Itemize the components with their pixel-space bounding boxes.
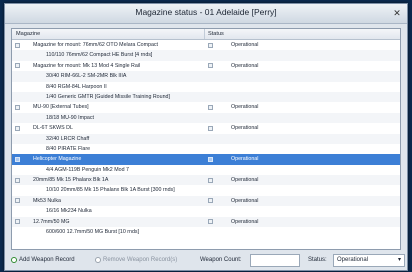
row-status: Operational bbox=[231, 177, 259, 184]
weapon-row[interactable]: 1/40 Generic GMTR [Guided Missile Traini… bbox=[12, 91, 400, 103]
magazine-status-window: Magazine status - 01 Adelaide [Perry] ✕ … bbox=[4, 3, 408, 271]
row-label: Magazine for mount: Mk 13 Mod 4 Single R… bbox=[33, 62, 141, 69]
row-label: 10/10 20mm/85 Mk 15 Phalanx Blk 1A Burst… bbox=[46, 187, 175, 194]
magazine-row[interactable]: Mk53 Nulka Operational bbox=[12, 195, 400, 207]
magazine-row[interactable]: Magazine for mount: Mk 13 Mod 4 Single R… bbox=[12, 61, 400, 71]
column-header-magazine[interactable]: Magazine bbox=[16, 31, 40, 37]
row-label: 30/40 RIM-66L-2 SM-2MR Blk IIIA bbox=[46, 73, 127, 80]
row-label: 20mm/85 Mk 15 Phalanx Blk 1A bbox=[33, 177, 109, 184]
status-checkbox[interactable] bbox=[208, 42, 213, 48]
weapon-row[interactable]: 110/110 76mm/62 Compact HE Burst [4 rnds… bbox=[12, 50, 400, 61]
row-label: 8/40 RGM-84L Harpoon II bbox=[46, 83, 107, 90]
row-status: Operational bbox=[231, 218, 259, 225]
row-label: 16/16 Mk234 Nulka bbox=[46, 208, 92, 215]
row-select-checkbox[interactable] bbox=[15, 156, 20, 162]
row-label: 32/40 LRCR Chaff bbox=[46, 135, 90, 142]
status-select[interactable]: Operational ▾ bbox=[333, 254, 405, 267]
row-status: Operational bbox=[231, 42, 259, 48]
remove-weapon-record-label: Remove Weapon Record(s) bbox=[103, 257, 178, 263]
row-label: 18/18 MU-90 Impact bbox=[46, 114, 94, 121]
magazine-row[interactable]: 12.7mm/50 MG Operational bbox=[12, 216, 400, 228]
row-select-checkbox[interactable] bbox=[15, 63, 20, 69]
row-select-checkbox[interactable] bbox=[15, 219, 20, 225]
row-status: Operational bbox=[231, 156, 259, 163]
weapon-row[interactable]: 30/40 RIM-66L-2 SM-2MR Blk IIIA bbox=[12, 71, 400, 82]
status-select-value: Operational bbox=[337, 257, 369, 263]
magazine-table: Magazine Status Magazine for mount: 76mm… bbox=[11, 28, 401, 250]
row-status: Operational bbox=[231, 62, 259, 69]
status-checkbox[interactable] bbox=[208, 219, 213, 225]
column-header-status[interactable]: Status bbox=[208, 31, 224, 37]
row-select-checkbox[interactable] bbox=[15, 104, 20, 110]
row-select-checkbox[interactable] bbox=[15, 198, 20, 204]
title-bar[interactable]: Magazine status - 01 Adelaide [Perry] ✕ bbox=[5, 4, 407, 24]
magazine-row[interactable]: 20mm/85 Mk 15 Phalanx Blk 1A Operational bbox=[12, 175, 400, 186]
table-body: Magazine for mount: 76mm/62 OTO Melara C… bbox=[12, 40, 400, 237]
row-status: Operational bbox=[231, 125, 259, 132]
add-weapon-record-button[interactable]: Add Weapon Record bbox=[11, 257, 75, 263]
close-icon[interactable]: ✕ bbox=[391, 7, 403, 19]
weapon-row[interactable]: 600/600 12.7mm/50 MG Burst [10 rnds] bbox=[12, 227, 400, 237]
status-checkbox[interactable] bbox=[208, 104, 213, 110]
status-checkbox[interactable] bbox=[208, 156, 213, 162]
row-label: 8/40 PIRATE Flare bbox=[46, 145, 91, 152]
row-label: Helicopter Magazine bbox=[33, 156, 82, 163]
window-title: Magazine status - 01 Adelaide [Perry] bbox=[135, 7, 277, 17]
remove-weapon-record-button[interactable]: Remove Weapon Record(s) bbox=[95, 257, 177, 263]
row-label: DL-6T SKWS DL bbox=[33, 125, 73, 132]
row-label: Mk53 Nulka bbox=[33, 197, 61, 204]
row-label: 4/4 AGM-119B Penguin Mk2 Mod 7 bbox=[46, 166, 129, 173]
weapon-row[interactable]: 8/40 RGM-84L Harpoon II bbox=[12, 82, 400, 92]
weapon-count-label: Weapon Count: bbox=[200, 257, 242, 263]
chevron-down-icon: ▾ bbox=[397, 257, 401, 263]
weapon-row[interactable]: 4/4 AGM-119B Penguin Mk2 Mod 7 bbox=[12, 165, 400, 175]
row-label: Magazine for mount: 76mm/62 OTO Melara C… bbox=[33, 42, 159, 48]
footer-toolbar: Add Weapon Record Remove Weapon Record(s… bbox=[5, 252, 407, 270]
magazine-row[interactable]: Magazine for mount: 76mm/62 OTO Melara C… bbox=[12, 40, 400, 50]
weapon-row[interactable]: 10/10 20mm/85 Mk 15 Phalanx Blk 1A Burst… bbox=[12, 185, 400, 195]
status-checkbox[interactable] bbox=[208, 198, 213, 204]
status-checkbox[interactable] bbox=[208, 63, 213, 69]
row-label: MU-90 [External Tubes] bbox=[33, 104, 89, 111]
weapon-row[interactable]: 18/18 MU-90 Impact bbox=[12, 112, 400, 124]
add-weapon-record-label: Add Weapon Record bbox=[19, 257, 75, 263]
magazine-row[interactable]: DL-6T SKWS DL Operational bbox=[12, 123, 400, 133]
magazine-row[interactable]: Helicopter Magazine Operational bbox=[12, 154, 400, 165]
row-select-checkbox[interactable] bbox=[15, 42, 20, 48]
row-select-checkbox[interactable] bbox=[15, 177, 20, 183]
row-label: 600/600 12.7mm/50 MG Burst [10 rnds] bbox=[46, 229, 140, 236]
table-header: Magazine Status bbox=[12, 29, 400, 40]
row-status: Operational bbox=[231, 197, 259, 204]
magazine-row[interactable]: MU-90 [External Tubes] Operational bbox=[12, 102, 400, 112]
weapon-row[interactable]: 16/16 Mk234 Nulka bbox=[12, 206, 400, 216]
row-label: 12.7mm/50 MG bbox=[33, 218, 70, 225]
status-checkbox[interactable] bbox=[208, 125, 213, 131]
row-select-checkbox[interactable] bbox=[15, 125, 20, 131]
column-divider[interactable] bbox=[204, 29, 205, 39]
add-icon bbox=[11, 257, 17, 263]
row-label: 1/40 Generic GMTR [Guided Missile Traini… bbox=[46, 93, 170, 100]
remove-icon bbox=[95, 257, 101, 263]
weapon-count-input[interactable] bbox=[250, 254, 300, 267]
weapon-row[interactable]: 8/40 PIRATE Flare bbox=[12, 144, 400, 154]
row-status: Operational bbox=[231, 104, 259, 111]
status-checkbox[interactable] bbox=[208, 177, 213, 183]
row-label: 110/110 76mm/62 Compact HE Burst [4 rnds… bbox=[46, 52, 153, 59]
status-label: Status: bbox=[308, 257, 327, 263]
weapon-row[interactable]: 32/40 LRCR Chaff bbox=[12, 133, 400, 144]
